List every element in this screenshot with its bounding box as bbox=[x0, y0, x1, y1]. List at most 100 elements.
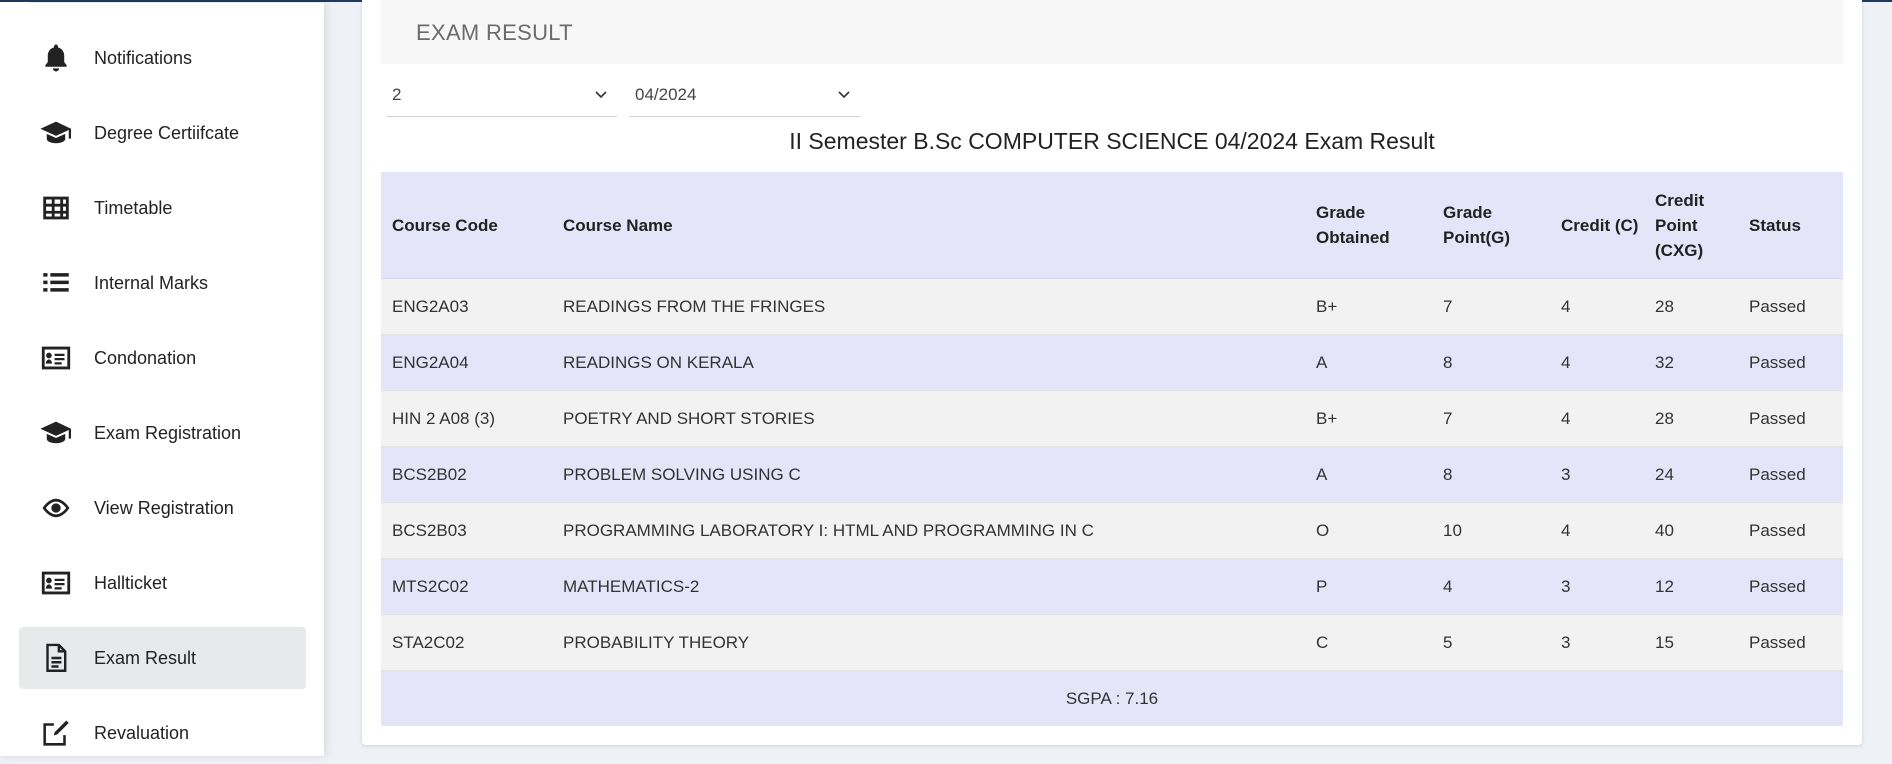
sidebar-item-label: Condonation bbox=[94, 347, 197, 368]
course-code-cell: HIN 2 A08 (3) bbox=[381, 390, 552, 447]
sidebar: Notifications Degree Certiifcate Timetab… bbox=[0, 2, 324, 756]
sidebar-item-exam-result[interactable]: Exam Result bbox=[19, 627, 306, 689]
course-code-cell: ENG2A03 bbox=[381, 278, 552, 335]
course-name-cell: READINGS FROM THE FRINGES bbox=[552, 278, 1305, 335]
grade-point-cell: 7 bbox=[1432, 390, 1550, 447]
column-header-course-name: Course Name bbox=[552, 172, 1305, 279]
page-title: EXAM RESULT bbox=[416, 20, 573, 45]
sidebar-item-exam-registration[interactable]: Exam Registration bbox=[19, 402, 306, 464]
grade-point-cell: 5 bbox=[1432, 614, 1550, 671]
credit-point-cell: 28 bbox=[1644, 278, 1738, 335]
sidebar-item-condonation[interactable]: Condonation bbox=[19, 327, 306, 389]
course-code-cell: STA2C02 bbox=[381, 614, 552, 671]
sidebar-item-label: Internal Marks bbox=[94, 272, 209, 293]
course-name-cell: READINGS ON KERALA bbox=[552, 334, 1305, 391]
grade-cell: A bbox=[1305, 446, 1432, 503]
course-name-cell: MATHEMATICS-2 bbox=[552, 558, 1305, 615]
credit-cell: 3 bbox=[1550, 446, 1644, 503]
sidebar-item-label: Notifications bbox=[94, 47, 193, 68]
column-header-credit: Credit (C) bbox=[1550, 172, 1644, 279]
sgpa-row: SGPA : 7.16 bbox=[381, 670, 1843, 726]
table-row: MTS2C02 MATHEMATICS-2 P 4 3 12 Passed bbox=[381, 558, 1843, 615]
credit-cell: 4 bbox=[1550, 278, 1644, 335]
grade-cell: O bbox=[1305, 502, 1432, 559]
table-icon bbox=[38, 190, 74, 226]
credit-point-cell: 32 bbox=[1644, 334, 1738, 391]
sidebar-item-notifications[interactable]: Notifications bbox=[19, 27, 306, 89]
card-header: EXAM RESULT bbox=[381, 0, 1843, 64]
credit-cell: 4 bbox=[1550, 390, 1644, 447]
grade-point-cell: 7 bbox=[1432, 278, 1550, 335]
status-cell: Passed bbox=[1738, 278, 1843, 335]
table-row: HIN 2 A08 (3) POETRY AND SHORT STORIES B… bbox=[381, 390, 1843, 447]
table-row: ENG2A04 READINGS ON KERALA A 8 4 32 Pass… bbox=[381, 334, 1843, 391]
eye-icon bbox=[38, 490, 74, 526]
grade-point-cell: 10 bbox=[1432, 502, 1550, 559]
column-header-grade-obtained: Grade Obtained bbox=[1305, 172, 1432, 279]
sidebar-item-label: Hallticket bbox=[94, 572, 168, 593]
table-header-row: Course Code Course Name Grade Obtained G… bbox=[381, 172, 1843, 279]
sidebar-item-label: Degree Certiifcate bbox=[94, 122, 240, 143]
sidebar-item-internal-marks[interactable]: Internal Marks bbox=[19, 252, 306, 314]
id-card-icon bbox=[38, 340, 74, 376]
chevron-down-icon bbox=[838, 91, 850, 99]
course-code-cell: MTS2C02 bbox=[381, 558, 552, 615]
credit-cell: 3 bbox=[1550, 614, 1644, 671]
edit-icon bbox=[38, 715, 74, 751]
status-cell: Passed bbox=[1738, 446, 1843, 503]
sidebar-divider bbox=[30, 2, 324, 3]
course-name-cell: PROGRAMMING LABORATORY I: HTML AND PROGR… bbox=[552, 502, 1305, 559]
bell-icon bbox=[38, 40, 74, 76]
credit-point-cell: 12 bbox=[1644, 558, 1738, 615]
graduation-cap-icon bbox=[38, 115, 74, 151]
list-icon bbox=[38, 265, 74, 301]
credit-cell: 4 bbox=[1550, 502, 1644, 559]
sidebar-item-label: Exam Registration bbox=[94, 422, 242, 443]
course-name-cell: PROBABILITY THEORY bbox=[552, 614, 1305, 671]
session-select[interactable]: 04/2024 bbox=[630, 74, 860, 117]
table-row: ENG2A03 READINGS FROM THE FRINGES B+ 7 4… bbox=[381, 278, 1843, 335]
course-code-cell: BCS2B02 bbox=[381, 446, 552, 503]
graduation-cap-icon bbox=[38, 415, 74, 451]
course-name-cell: PROBLEM SOLVING USING C bbox=[552, 446, 1305, 503]
id-card-icon bbox=[38, 565, 74, 601]
grade-cell: P bbox=[1305, 558, 1432, 615]
column-header-credit-point: Credit Point (CXG) bbox=[1644, 172, 1738, 279]
credit-cell: 3 bbox=[1550, 558, 1644, 615]
status-cell: Passed bbox=[1738, 390, 1843, 447]
sgpa-value: SGPA : 7.16 bbox=[381, 670, 1843, 726]
result-heading: II Semester B.Sc COMPUTER SCIENCE 04/202… bbox=[789, 128, 1435, 154]
status-cell: Passed bbox=[1738, 558, 1843, 615]
semester-select-value: 2 bbox=[392, 85, 402, 104]
sidebar-item-label: Exam Result bbox=[94, 647, 197, 668]
status-cell: Passed bbox=[1738, 614, 1843, 671]
chevron-down-icon bbox=[595, 91, 607, 99]
sidebar-item-timetable[interactable]: Timetable bbox=[19, 177, 306, 239]
course-code-cell: ENG2A04 bbox=[381, 334, 552, 391]
exam-result-card: EXAM RESULT 2 04/2024 II Semester B.Sc C… bbox=[362, 0, 1862, 745]
status-cell: Passed bbox=[1738, 502, 1843, 559]
sidebar-item-label: View Registration bbox=[94, 497, 234, 518]
grade-cell: B+ bbox=[1305, 390, 1432, 447]
results-table: Course Code Course Name Grade Obtained G… bbox=[381, 172, 1843, 726]
grade-point-cell: 8 bbox=[1432, 446, 1550, 503]
sidebar-item-label: Revaluation bbox=[94, 722, 190, 743]
sidebar-item-hallticket[interactable]: Hallticket bbox=[19, 552, 306, 614]
grade-cell: C bbox=[1305, 614, 1432, 671]
grade-cell: B+ bbox=[1305, 278, 1432, 335]
course-code-cell: BCS2B03 bbox=[381, 502, 552, 559]
sidebar-item-label: Timetable bbox=[94, 197, 173, 218]
table-row: STA2C02 PROBABILITY THEORY C 5 3 15 Pass… bbox=[381, 614, 1843, 671]
table-row: BCS2B02 PROBLEM SOLVING USING C A 8 3 24… bbox=[381, 446, 1843, 503]
grade-point-cell: 4 bbox=[1432, 558, 1550, 615]
sidebar-item-revaluation[interactable]: Revaluation bbox=[19, 702, 306, 764]
document-icon bbox=[38, 640, 74, 676]
credit-point-cell: 28 bbox=[1644, 390, 1738, 447]
course-name-cell: POETRY AND SHORT STORIES bbox=[552, 390, 1305, 447]
column-header-grade-point: Grade Point(G) bbox=[1432, 172, 1550, 279]
grade-cell: A bbox=[1305, 334, 1432, 391]
semester-select[interactable]: 2 bbox=[387, 74, 617, 117]
sidebar-item-degree-certificate[interactable]: Degree Certiifcate bbox=[19, 102, 306, 164]
sidebar-item-view-registration[interactable]: View Registration bbox=[19, 477, 306, 539]
column-header-course-code: Course Code bbox=[381, 172, 552, 279]
